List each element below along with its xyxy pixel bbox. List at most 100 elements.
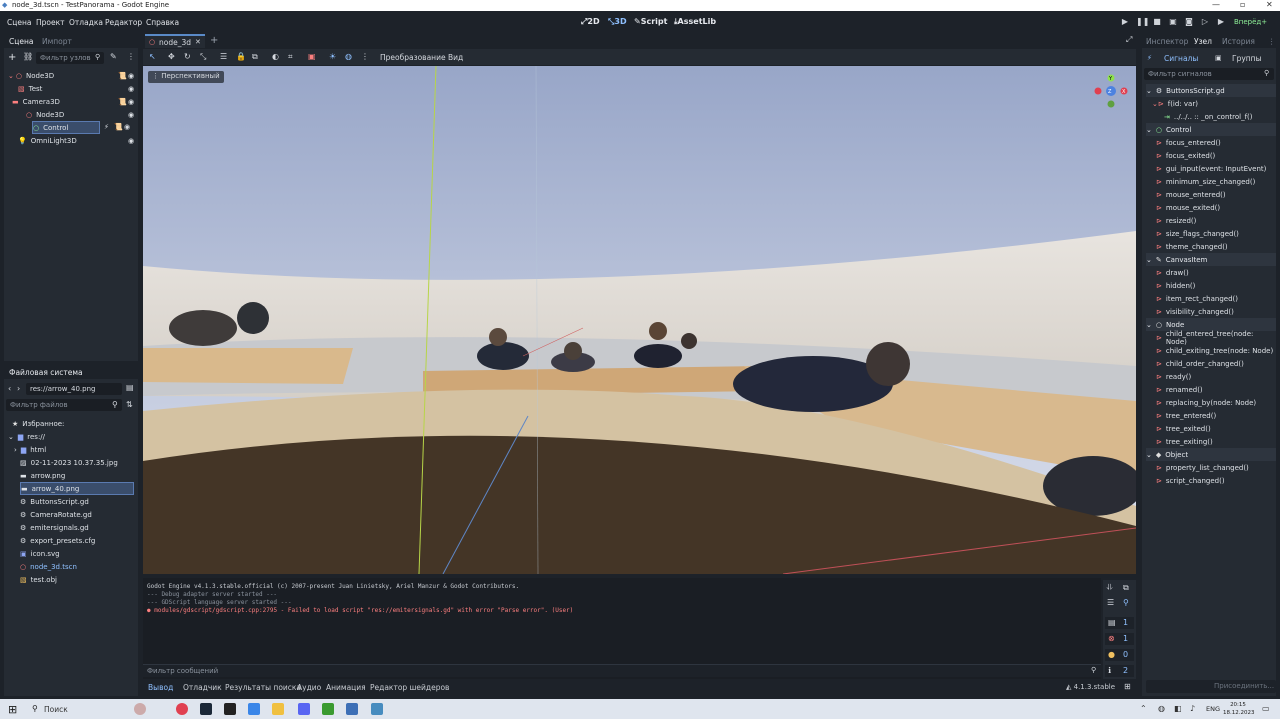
play-icon[interactable]: ▶ [1120, 17, 1130, 27]
visibility-eye-icon[interactable]: ◉ [128, 72, 134, 80]
sun-toggle-icon[interactable]: ☀ [329, 52, 336, 61]
bottom-tab-audio[interactable]: Аудио [297, 683, 321, 692]
clock[interactable]: 20:15 18.12.2023 [1223, 701, 1255, 717]
log-count[interactable]: ▤ 1 [1105, 617, 1134, 629]
discord-icon[interactable] [298, 703, 310, 715]
file-row[interactable]: › ▆ html [14, 443, 134, 456]
signal-item[interactable]: ⊳ minimum_size_changed() [1146, 175, 1276, 188]
local-space-icon[interactable]: ◐ [272, 52, 279, 61]
more-icon[interactable]: ⋮ [361, 52, 369, 61]
signal-item[interactable]: ⊳ size_flags_changed() [1146, 227, 1276, 240]
tray-app-icon[interactable]: ◧ [1174, 704, 1182, 713]
favorites-row[interactable]: ★ Избранное: [12, 417, 132, 430]
script-icon[interactable]: 📜 [118, 72, 127, 80]
explorer-icon[interactable] [272, 703, 284, 715]
forward-icon[interactable]: › [17, 384, 20, 393]
movie-maker-icon[interactable]: ◙ [1184, 17, 1194, 27]
list-select-icon[interactable]: ☰ [220, 52, 227, 61]
tab-scene[interactable]: Сцена [9, 37, 33, 46]
snap-icon[interactable]: ⌗ [288, 52, 293, 62]
perspective-menu[interactable]: ⋮ Перспективный [148, 71, 224, 83]
res-root-row[interactable]: ⌄ ▆ res:// [8, 430, 134, 443]
tree-node-control[interactable]: ○ Control [32, 121, 100, 134]
file-row[interactable]: ▣ icon.svg [20, 547, 134, 560]
signal-icon[interactable]: ⚡ [104, 123, 109, 131]
subtab-signals[interactable]: Сигналы [1164, 54, 1198, 63]
new-tab-icon[interactable]: + [210, 35, 218, 46]
more-icon[interactable]: ⋮ [127, 52, 135, 61]
distraction-free-icon[interactable]: ⤢ [1126, 35, 1132, 45]
signal-item[interactable]: ⊳ item_rect_changed() [1146, 292, 1276, 305]
mail-icon[interactable] [248, 703, 260, 715]
renderer-select[interactable]: Вперёд+ [1234, 18, 1267, 26]
file-row[interactable]: ○ node_3d.tscn [20, 560, 134, 573]
menu-editor[interactable]: Редактор [105, 18, 142, 27]
steam-icon[interactable] [200, 703, 212, 715]
tree-node-test[interactable]: ▧ Test ◉ [18, 82, 136, 95]
opera-icon[interactable] [176, 703, 188, 715]
signal-item[interactable]: ⊳ child_entered_tree(node: Node) [1146, 330, 1276, 346]
tab-node-3d[interactable]: ○ node_3d ✕ [145, 34, 205, 48]
play-scene-icon[interactable]: ▷ [1200, 17, 1210, 27]
tray-up-icon[interactable]: ⌃ [1140, 704, 1147, 713]
3d-viewport[interactable]: Y Z X ⋮ Перспективный [143, 66, 1136, 574]
godot-taskbar-icon[interactable] [371, 703, 383, 715]
panel-layout-icon[interactable]: ⊞ [1124, 682, 1131, 691]
notifications-icon[interactable]: ▭ [1262, 704, 1270, 713]
workspace-2d[interactable]: ⤢2D [581, 17, 600, 27]
signal-item[interactable]: ⊳ theme_changed() [1146, 240, 1276, 253]
rotate-mode-icon[interactable]: ↻ [184, 52, 191, 61]
signal-item[interactable]: ⊳ replacing_by(node: Node) [1146, 396, 1276, 409]
signal-item[interactable]: ⊳ renamed() [1146, 383, 1276, 396]
menu-debug[interactable]: Отладка [69, 18, 103, 27]
language-indicator[interactable]: ENG [1206, 705, 1220, 713]
file-filter-input[interactable]: Фильтр файлов [6, 399, 122, 411]
file-row-selected[interactable]: ▬ arrow_40.png [20, 482, 134, 495]
clear-icon[interactable]: ⥥ [1107, 583, 1113, 593]
collapse-messages-icon[interactable]: ☰ [1107, 598, 1114, 607]
bottom-tab-debugger[interactable]: Отладчик [183, 683, 222, 692]
signal-item[interactable]: ⊳ ready() [1146, 370, 1276, 383]
info-count[interactable]: ℹ2 [1105, 665, 1134, 677]
play-custom-icon[interactable]: ▶ [1216, 17, 1226, 27]
link-icon[interactable]: ⛓ [23, 52, 33, 61]
menu-help[interactable]: Справка [146, 18, 179, 27]
select-mode-icon[interactable]: ↖ [149, 52, 156, 61]
user-avatar-icon[interactable] [134, 703, 146, 715]
add-node-icon[interactable]: + [8, 52, 16, 63]
minimize-button[interactable]: — [1212, 0, 1220, 9]
taskbar-search[interactable]: Поиск [44, 705, 68, 714]
signal-item[interactable]: ⊳ visibility_changed() [1146, 305, 1276, 318]
file-row[interactable]: ▬ arrow.png [20, 469, 134, 482]
file-row[interactable]: ⚙ CameraRotate.gd [20, 508, 134, 521]
bottom-tab-output[interactable]: Вывод [148, 683, 173, 692]
signal-item[interactable]: ⊳ focus_exited() [1146, 149, 1276, 162]
camera-preview-icon[interactable]: ▣ [308, 52, 316, 61]
signal-item[interactable]: ⊳ mouse_exited() [1146, 201, 1276, 214]
signal-item[interactable]: ⊳ tree_exited() [1146, 422, 1276, 435]
script-icon[interactable]: 📜 [114, 123, 123, 131]
file-row[interactable]: ▧ test.obj [20, 573, 134, 586]
signal-item[interactable]: ⊳ child_order_changed() [1146, 357, 1276, 370]
lock-icon[interactable]: 🔒 [236, 52, 246, 61]
visibility-eye-icon[interactable]: ◉ [124, 123, 130, 131]
tree-node-omnilight[interactable]: 💡 OmniLight3D ◉ [18, 134, 136, 147]
tab-history[interactable]: История [1222, 37, 1255, 46]
error-count[interactable]: ⊗ 1 [1105, 633, 1134, 645]
signal-item[interactable]: ⊳ child_exiting_tree(node: Node) [1146, 344, 1276, 357]
signal-item[interactable]: ⊳ tree_exiting() [1146, 435, 1276, 448]
subtab-groups[interactable]: Группы [1232, 54, 1262, 63]
signal-item[interactable]: ⌄⊳ f(id: var) [1146, 97, 1276, 110]
attach-script-icon[interactable]: ✎ [110, 52, 117, 61]
stop-icon[interactable]: ■ [1152, 17, 1162, 27]
split-view-icon[interactable]: ▤ [126, 383, 134, 392]
file-row[interactable]: ⚙ ButtonsScript.gd [20, 495, 134, 508]
signal-item[interactable]: ⊳ hidden() [1146, 279, 1276, 292]
minecraft-icon[interactable] [322, 703, 334, 715]
copy-icon[interactable]: ⧉ [1123, 583, 1129, 593]
node-filter-input[interactable]: Фильтр узлов [36, 52, 104, 64]
signal-item[interactable]: ⊳ script_changed() [1146, 474, 1276, 487]
pause-icon[interactable]: ❚❚ [1136, 17, 1149, 27]
connection-item[interactable]: ⇥ ../../.. :: _on_control_f() [1146, 110, 1276, 123]
signal-item[interactable]: ⊳ gui_input(event: InputEvent) [1146, 162, 1276, 175]
